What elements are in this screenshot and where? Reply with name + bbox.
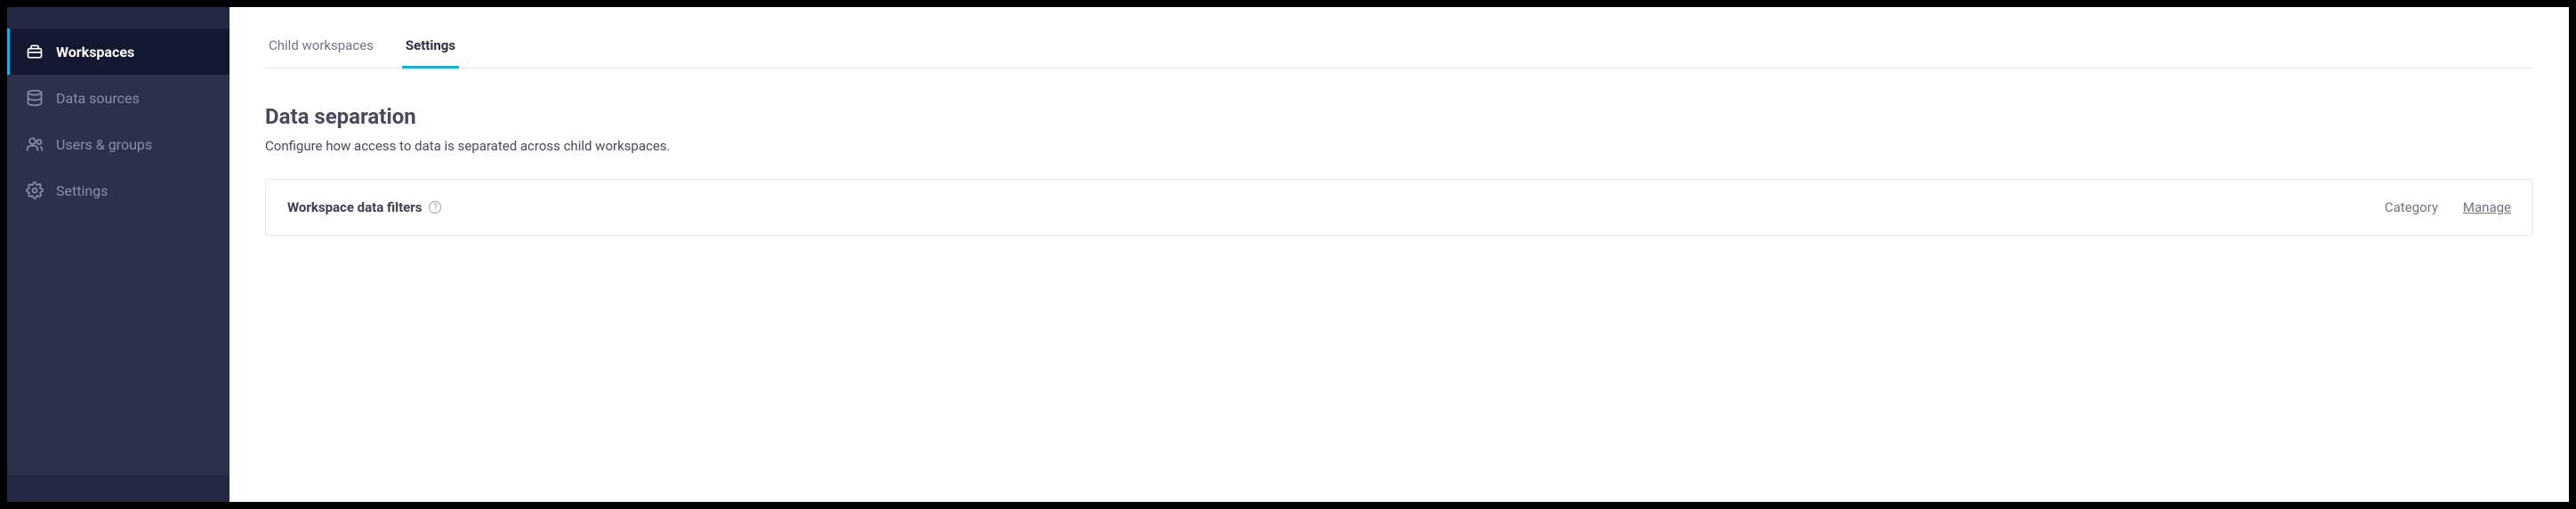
sidebar-item-data-sources[interactable]: Data sources [7, 75, 229, 121]
tab-label: Settings [406, 37, 455, 53]
app-container: Workspaces Data sources U [7, 7, 2569, 502]
sidebar-item-label: Workspaces [56, 44, 134, 61]
sidebar: Workspaces Data sources U [7, 7, 229, 502]
section-description: Configure how access to data is separate… [265, 138, 2533, 154]
workspace-icon [26, 43, 44, 61]
sidebar-item-label: Data sources [56, 90, 140, 107]
sidebar-item-label: Users & groups [56, 136, 152, 153]
sidebar-item-label: Settings [56, 182, 108, 199]
gear-icon [26, 182, 44, 199]
sidebar-spacer [7, 214, 229, 475]
main-content: Child workspaces Settings Data separatio… [229, 7, 2569, 502]
sidebar-footer [7, 475, 229, 502]
tab-label: Child workspaces [269, 37, 374, 53]
card-right: Category Manage [2385, 199, 2511, 215]
database-icon [26, 89, 44, 107]
sidebar-item-users-groups[interactable]: Users & groups [7, 121, 229, 167]
sidebar-item-settings[interactable]: Settings [7, 167, 229, 214]
card-title: Workspace data filters [287, 199, 422, 215]
data-filters-card: Workspace data filters ? Category Manage [265, 179, 2533, 236]
tab-settings[interactable]: Settings [402, 28, 459, 69]
category-label: Category [2385, 199, 2438, 215]
sidebar-top-spacer [7, 7, 229, 28]
tab-child-workspaces[interactable]: Child workspaces [265, 28, 377, 69]
manage-link[interactable]: Manage [2463, 199, 2511, 215]
section-title: Data separation [265, 104, 2533, 129]
help-icon[interactable]: ? [429, 201, 441, 214]
card-left: Workspace data filters ? [287, 199, 441, 215]
users-icon [26, 135, 44, 153]
tabs: Child workspaces Settings [265, 28, 2533, 69]
sidebar-item-workspaces[interactable]: Workspaces [7, 28, 229, 75]
